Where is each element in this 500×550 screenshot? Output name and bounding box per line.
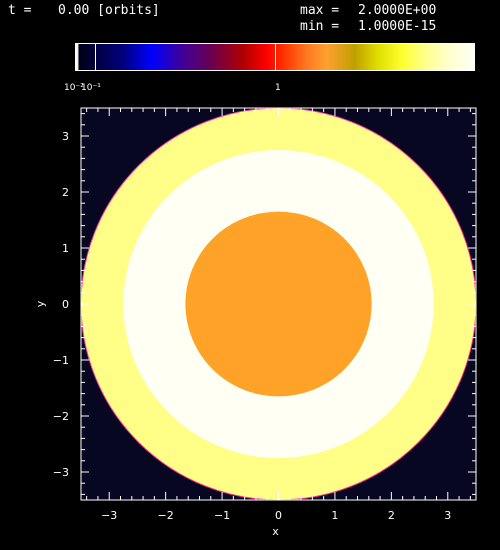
x-tick-label: −2 [158,509,174,522]
y-tick-label: 3 [62,130,69,143]
y-tick-label: 1 [62,242,69,255]
y-tick-label: 0 [62,298,69,311]
y-axis-label: y [34,300,47,307]
x-tick-label: 2 [388,509,395,522]
region-disk [185,211,372,397]
heatmap-plot: −3 −2 −1 0 1 2 3 −3 −2 −1 0 1 2 3 x y [34,107,477,538]
y-tick-label: −1 [53,354,69,367]
y-tick-label: −2 [53,410,69,423]
y-tick-label: −3 [53,466,69,479]
x-axis-label: x [272,525,279,538]
x-tick-label: −1 [214,509,230,522]
x-tick-label: 3 [444,509,451,522]
x-tick-label: 0 [275,509,282,522]
x-tick-label: −3 [101,509,117,522]
regions-group [80,107,477,501]
y-tick-label: 2 [62,186,69,199]
x-tick-label: 1 [331,509,338,522]
